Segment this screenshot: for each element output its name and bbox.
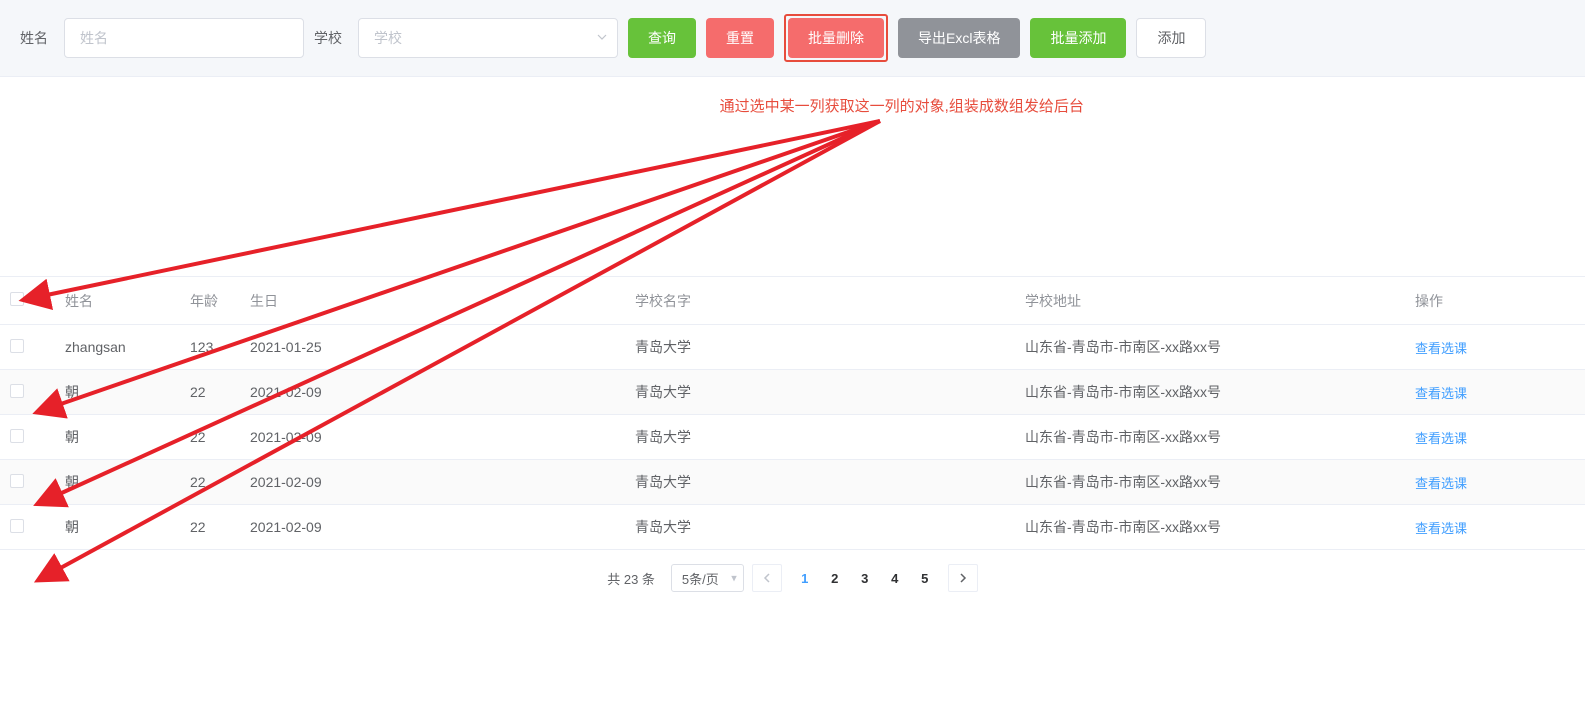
row-checkbox[interactable] [10, 519, 24, 533]
cell-birthday: 2021-02-09 [240, 370, 625, 415]
page-number-4[interactable]: 4 [880, 564, 910, 592]
col-header-school: 学校名字 [625, 277, 1015, 325]
school-label: 学校 [314, 28, 342, 48]
table-header-row: 姓名 年龄 生日 学校名字 学校地址 操作 [0, 277, 1585, 325]
chevron-down-icon: ▾ [731, 572, 737, 585]
table-row: 朝222021-02-09青岛大学山东省-青岛市-市南区-xx路xx号查看选课 [0, 415, 1585, 460]
export-excel-button[interactable]: 导出Excl表格 [898, 18, 1020, 58]
cell-name: 朝 [55, 370, 180, 415]
annotation-text: 通过选中某一列获取这一列的对象,组装成数组发给后台 [720, 95, 1084, 116]
page-number-1[interactable]: 1 [790, 564, 820, 592]
cell-name: 朝 [55, 505, 180, 550]
cell-name: 朝 [55, 460, 180, 505]
page-number-3[interactable]: 3 [850, 564, 880, 592]
cell-addr: 山东省-青岛市-市南区-xx路xx号 [1015, 505, 1405, 550]
name-label: 姓名 [20, 28, 48, 48]
query-button[interactable]: 查询 [628, 18, 696, 58]
cell-birthday: 2021-02-09 [240, 415, 625, 460]
table-row: 朝222021-02-09青岛大学山东省-青岛市-市南区-xx路xx号查看选课 [0, 370, 1585, 415]
table-row: 朝222021-02-09青岛大学山东省-青岛市-市南区-xx路xx号查看选课 [0, 505, 1585, 550]
col-header-birthday: 生日 [240, 277, 625, 325]
cell-addr: 山东省-青岛市-市南区-xx路xx号 [1015, 325, 1405, 370]
pagination-total: 共 23 条 [607, 569, 655, 588]
col-header-operate: 操作 [1405, 277, 1585, 325]
cell-age: 123 [180, 325, 240, 370]
cell-school: 青岛大学 [625, 325, 1015, 370]
cell-addr: 山东省-青岛市-市南区-xx路xx号 [1015, 460, 1405, 505]
filter-toolbar: 姓名 学校 查询 重置 批量删除 导出Excl表格 批量添加 添加 [0, 0, 1585, 76]
page-number-2[interactable]: 2 [820, 564, 850, 592]
next-page-button[interactable] [948, 564, 978, 592]
page-size-select[interactable]: 5条/页 ▾ [671, 564, 744, 592]
pagination: 共 23 条 5条/页 ▾ 12345 [0, 550, 1585, 602]
add-button[interactable]: 添加 [1136, 18, 1206, 58]
view-course-link[interactable]: 查看选课 [1415, 341, 1467, 356]
reset-button[interactable]: 重置 [706, 18, 774, 58]
cell-birthday: 2021-02-09 [240, 460, 625, 505]
col-header-age: 年龄 [180, 277, 240, 325]
highlight-box: 批量删除 [784, 14, 888, 62]
cell-name: zhangsan [55, 325, 180, 370]
cell-school: 青岛大学 [625, 415, 1015, 460]
table-row: zhangsan1232021-01-25青岛大学山东省-青岛市-市南区-xx路… [0, 325, 1585, 370]
name-input[interactable] [64, 18, 304, 58]
col-header-addr: 学校地址 [1015, 277, 1405, 325]
view-course-link[interactable]: 查看选课 [1415, 476, 1467, 491]
batch-add-button[interactable]: 批量添加 [1030, 18, 1126, 58]
data-table: 姓名 年龄 生日 学校名字 学校地址 操作 zhangsan1232021-01… [0, 276, 1585, 550]
cell-age: 22 [180, 415, 240, 460]
cell-addr: 山东省-青岛市-市南区-xx路xx号 [1015, 415, 1405, 460]
view-course-link[interactable]: 查看选课 [1415, 521, 1467, 536]
view-course-link[interactable]: 查看选课 [1415, 386, 1467, 401]
cell-school: 青岛大学 [625, 460, 1015, 505]
page-size-label: 5条/页 [682, 569, 719, 588]
view-course-link[interactable]: 查看选课 [1415, 431, 1467, 446]
select-all-checkbox[interactable] [10, 292, 24, 306]
school-select[interactable] [358, 18, 618, 58]
row-checkbox[interactable] [10, 339, 24, 353]
cell-school: 青岛大学 [625, 370, 1015, 415]
cell-birthday: 2021-01-25 [240, 325, 625, 370]
prev-page-button[interactable] [752, 564, 782, 592]
cell-age: 22 [180, 460, 240, 505]
cell-age: 22 [180, 505, 240, 550]
cell-age: 22 [180, 370, 240, 415]
page-number-5[interactable]: 5 [910, 564, 940, 592]
batch-delete-button[interactable]: 批量删除 [788, 18, 884, 58]
annotation-area: 通过选中某一列获取这一列的对象,组装成数组发给后台 [0, 76, 1585, 276]
cell-birthday: 2021-02-09 [240, 505, 625, 550]
table-row: 朝222021-02-09青岛大学山东省-青岛市-市南区-xx路xx号查看选课 [0, 460, 1585, 505]
cell-school: 青岛大学 [625, 505, 1015, 550]
cell-name: 朝 [55, 415, 180, 460]
cell-addr: 山东省-青岛市-市南区-xx路xx号 [1015, 370, 1405, 415]
row-checkbox[interactable] [10, 474, 24, 488]
col-header-name: 姓名 [55, 277, 180, 325]
row-checkbox[interactable] [10, 429, 24, 443]
row-checkbox[interactable] [10, 384, 24, 398]
